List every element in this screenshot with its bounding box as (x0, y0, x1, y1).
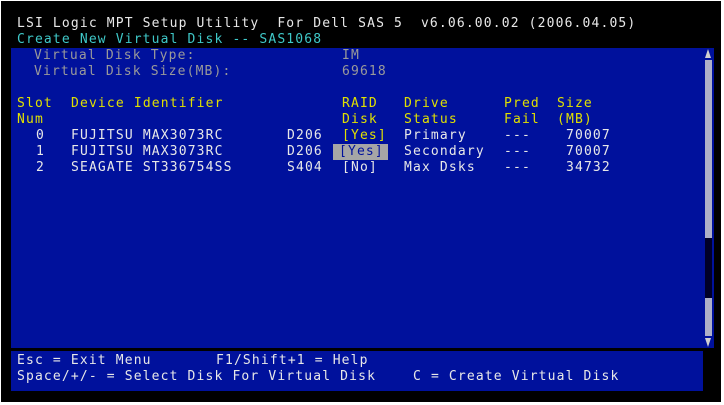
row-drive-status: Max Dsks (404, 160, 476, 175)
row-pred-fail: --- (504, 144, 531, 159)
help-exit-menu: Esc = Exit Menu (17, 353, 152, 368)
row-device: FUJITSU MAX3073RC (71, 144, 224, 159)
vd-type-value: IM (342, 48, 360, 63)
help-f1: F1/Shift+1 = Help (216, 353, 369, 368)
help-create-virtual-disk: C = Create Virtual Disk (413, 369, 620, 384)
vd-size-label: Virtual Disk Size(MB): (34, 64, 232, 79)
header-slot: Slot (17, 96, 53, 111)
scroll-thumb[interactable] (705, 238, 712, 298)
header-num: Num (17, 112, 44, 127)
row-slot: 2 (36, 160, 45, 175)
row-pred-fail: --- (504, 160, 531, 175)
header-disk: Disk (342, 112, 378, 127)
row-device: FUJITSU MAX3073RC (71, 128, 224, 143)
row-slot: 1 (36, 144, 45, 159)
header-pred: Pred (504, 96, 540, 111)
help-select-disk: Space/+/- = Select Disk For Virtual Disk (17, 369, 377, 384)
row-slot: 0 (36, 128, 45, 143)
row-size: 70007 (566, 128, 611, 143)
raid-disk-toggle[interactable]: [Yes] (342, 128, 387, 144)
row-revision: D206 (287, 144, 323, 159)
header-mb: (MB) (557, 112, 593, 127)
row-drive-status: Primary (404, 128, 467, 143)
utility-title: LSI Logic MPT Setup Utility For Dell SAS… (17, 16, 637, 31)
row-revision: D206 (287, 128, 323, 143)
header-fail: Fail (504, 112, 540, 127)
scroll-down-arrow-icon[interactable] (705, 338, 711, 347)
row-revision: S404 (287, 160, 323, 175)
header-drive: Drive (404, 96, 449, 111)
screen-subtitle: Create New Virtual Disk -- SAS1068 (17, 32, 323, 47)
scroll-up-arrow-icon[interactable] (705, 49, 711, 58)
disk-panel: Virtual Disk Type: IM Virtual Disk Size(… (11, 48, 703, 348)
vd-size-value: 69618 (342, 64, 387, 79)
header-size: Size (557, 96, 593, 111)
raid-disk-toggle[interactable]: [No] (342, 160, 378, 176)
row-device: SEAGATE ST336754SS (71, 160, 233, 175)
row-pred-fail: --- (504, 128, 531, 143)
row-size: 70007 (566, 144, 611, 159)
header-status: Status (404, 112, 458, 127)
header-device-identifier: Device Identifier (71, 96, 224, 111)
row-drive-status: Secondary (404, 144, 485, 159)
raid-disk-toggle-selected[interactable]: [Yes] (333, 144, 388, 160)
bios-screen: LSI Logic MPT Setup Utility For Dell SAS… (1, 1, 721, 402)
vd-type-label: Virtual Disk Type: (34, 48, 196, 63)
key-help-footer: Esc = Exit Menu F1/Shift+1 = Help Space/… (11, 351, 703, 391)
vertical-scrollbar[interactable] (703, 48, 714, 348)
header-raid: RAID (342, 96, 378, 111)
row-size: 34732 (566, 160, 611, 175)
